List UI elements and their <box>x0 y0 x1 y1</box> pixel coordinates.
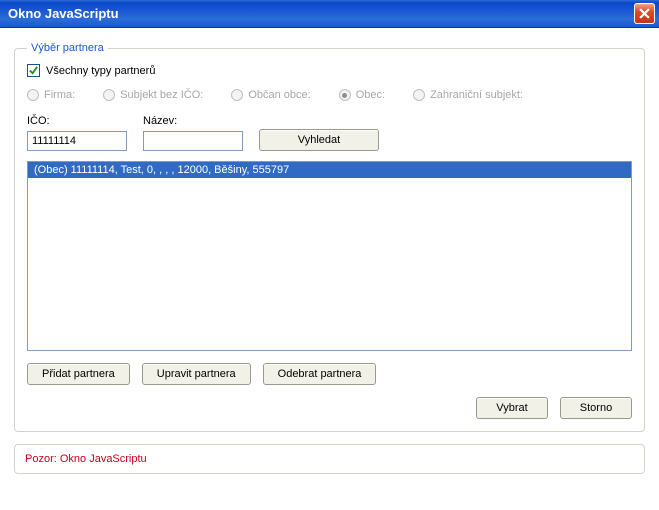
radio-label: Obec: <box>356 89 385 101</box>
remove-partner-button[interactable]: Odebrat partnera <box>263 363 377 385</box>
check-icon <box>28 65 39 76</box>
ico-field-wrap: IČO: <box>27 115 127 151</box>
radio-label: Občan obce: <box>248 89 310 101</box>
radio-icon <box>231 89 243 101</box>
nazev-label: Název: <box>143 115 243 127</box>
nazev-input[interactable] <box>143 131 243 151</box>
partner-type-radios: Firma: Subjekt bez IČO: Občan obce: Obec… <box>27 89 632 101</box>
warning-text: Pozor: Okno JavaScriptu <box>25 453 147 465</box>
results-listbox[interactable]: (Obec) 11111114, Test, 0, , , , 12000, B… <box>27 161 632 351</box>
group-legend: Výběr partnera <box>27 42 108 54</box>
all-types-row: Všechny typy partnerů <box>27 64 632 77</box>
close-button[interactable] <box>634 3 655 24</box>
all-types-checkbox[interactable] <box>27 64 40 77</box>
warning-box: Pozor: Okno JavaScriptu <box>14 444 645 474</box>
radio-label: Subjekt bez IČO: <box>120 89 203 101</box>
search-fields-row: IČO: Název: Vyhledat <box>27 115 632 151</box>
select-button[interactable]: Vybrat <box>476 397 548 419</box>
radio-zahranicni[interactable]: Zahraniční subjekt: <box>413 89 523 101</box>
all-types-label: Všechny typy partnerů <box>46 65 155 77</box>
radio-obec[interactable]: Obec: <box>339 89 385 101</box>
nazev-field-wrap: Název: <box>143 115 243 151</box>
window-content: Výběr partnera Všechny typy partnerů Fir… <box>0 28 659 510</box>
ico-label: IČO: <box>27 115 127 127</box>
radio-subjekt-bez-ico[interactable]: Subjekt bez IČO: <box>103 89 203 101</box>
cancel-button[interactable]: Storno <box>560 397 632 419</box>
add-partner-button[interactable]: Přidat partnera <box>27 363 130 385</box>
list-item[interactable]: (Obec) 11111114, Test, 0, , , , 12000, B… <box>28 162 631 178</box>
close-icon <box>639 8 650 19</box>
radio-firma[interactable]: Firma: <box>27 89 75 101</box>
partner-actions-row: Přidat partnera Upravit partnera Odebrat… <box>27 363 632 385</box>
radio-icon <box>413 89 425 101</box>
title-bar: Okno JavaScriptu <box>0 0 659 28</box>
dialog-buttons-row: Vybrat Storno <box>27 397 632 419</box>
ico-input[interactable] <box>27 131 127 151</box>
partner-selection-group: Výběr partnera Všechny typy partnerů Fir… <box>14 42 645 432</box>
radio-icon <box>103 89 115 101</box>
radio-icon <box>27 89 39 101</box>
window-title: Okno JavaScriptu <box>8 6 119 21</box>
edit-partner-button[interactable]: Upravit partnera <box>142 363 251 385</box>
radio-icon <box>339 89 351 101</box>
search-button[interactable]: Vyhledat <box>259 129 379 151</box>
radio-label: Firma: <box>44 89 75 101</box>
radio-label: Zahraniční subjekt: <box>430 89 523 101</box>
radio-obcan-obce[interactable]: Občan obce: <box>231 89 310 101</box>
